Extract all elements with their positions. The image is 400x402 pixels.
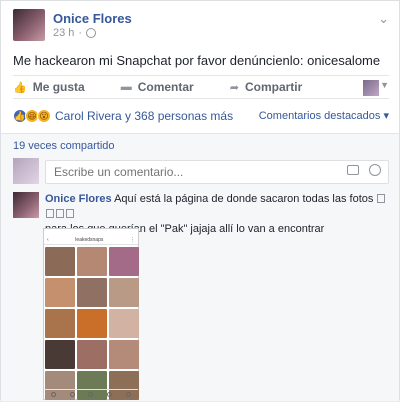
comment-avatar[interactable] bbox=[13, 192, 39, 218]
reactions-row: 👍 😆 😮 Carol Rivera y 368 personas más Co… bbox=[13, 107, 389, 125]
thumbs-up-icon: 👍 bbox=[13, 81, 27, 94]
globe-icon bbox=[86, 28, 97, 38]
viewer-avatar bbox=[13, 158, 39, 184]
comment-icon: ▬ bbox=[120, 81, 132, 93]
photo-thumb bbox=[109, 340, 139, 369]
post-card: Onice Flores 23 h · ⌄ Me hackearon mi Sn… bbox=[0, 0, 400, 401]
action-bar: 👍 Me gusta ▬ Comentar ➦ Compartir ▼ bbox=[13, 75, 389, 99]
phone-nav-bar: ‹ leakedsnaps ⋮ bbox=[44, 235, 138, 245]
emoji-placeholder-icon bbox=[46, 209, 54, 218]
like-button[interactable]: 👍 Me gusta bbox=[13, 80, 85, 94]
camera-icon bbox=[88, 392, 94, 397]
caret-down-icon[interactable]: ▼ bbox=[380, 80, 389, 90]
post-meta: 23 h · bbox=[53, 27, 97, 39]
comment-input[interactable] bbox=[45, 160, 389, 184]
featured-comments-toggle[interactable]: Comentarios destacados ▾ bbox=[259, 109, 389, 122]
post-header: Onice Flores 23 h · ⌄ bbox=[13, 9, 389, 45]
photo-thumb bbox=[45, 247, 75, 276]
shared-count[interactable]: 19 veces compartido bbox=[13, 140, 115, 152]
heart-icon bbox=[107, 392, 113, 397]
comments-area: 19 veces compartido Onice Flores Aquí es… bbox=[1, 133, 399, 401]
comment-author[interactable]: Onice Flores bbox=[45, 193, 112, 205]
photo-grid bbox=[44, 245, 139, 402]
emoji-placeholder-icon bbox=[56, 209, 64, 218]
attached-screenshot[interactable]: ‹ leakedsnaps ⋮ bbox=[43, 228, 139, 400]
photo-thumb bbox=[109, 309, 139, 338]
photo-thumb bbox=[45, 278, 75, 307]
share-arrow-icon: ➦ bbox=[229, 81, 239, 94]
comment-label: Comentar bbox=[137, 80, 194, 94]
wow-reaction-icon[interactable]: 😮 bbox=[37, 109, 51, 123]
comment-text-line1: Aquí está la página de donde sacaron tod… bbox=[114, 193, 374, 205]
camera-icon[interactable] bbox=[347, 165, 359, 175]
dot-separator: · bbox=[78, 27, 83, 39]
share-button[interactable]: ➦ Compartir bbox=[230, 80, 303, 94]
search-icon bbox=[69, 392, 75, 397]
like-label: Me gusta bbox=[32, 80, 85, 94]
share-label: Compartir bbox=[244, 80, 303, 94]
photo-thumb bbox=[77, 247, 107, 276]
chevron-down-icon[interactable]: ⌄ bbox=[378, 11, 389, 27]
phone-tab-bar bbox=[44, 389, 138, 399]
author-avatar[interactable] bbox=[13, 9, 45, 41]
comment-button[interactable]: ▬ Comentar bbox=[121, 80, 194, 94]
profile-name: leakedsnaps bbox=[75, 236, 104, 243]
photo-thumb bbox=[77, 278, 107, 307]
share-as-avatar[interactable] bbox=[363, 80, 379, 96]
photo-thumb bbox=[77, 340, 107, 369]
home-icon bbox=[50, 392, 56, 397]
post-author[interactable]: Onice Flores bbox=[53, 11, 132, 26]
photo-thumb bbox=[77, 309, 107, 338]
post-text: Me hackearon mi Snapchat por favor denún… bbox=[13, 53, 381, 68]
more-icon: ⋮ bbox=[130, 236, 135, 243]
photo-thumb bbox=[109, 247, 139, 276]
profile-icon bbox=[126, 392, 132, 397]
emoji-placeholder-icon bbox=[377, 194, 386, 203]
reactions-summary[interactable]: Carol Rivera y 368 personas más bbox=[55, 109, 233, 123]
emoji-placeholder-icon bbox=[66, 209, 74, 218]
photo-thumb bbox=[45, 309, 75, 338]
photo-thumb bbox=[109, 278, 139, 307]
back-icon: ‹ bbox=[47, 236, 49, 243]
emoji-icon[interactable] bbox=[369, 164, 381, 176]
photo-thumb bbox=[45, 340, 75, 369]
write-comment-row bbox=[13, 158, 389, 186]
post-time[interactable]: 23 h bbox=[53, 27, 74, 39]
